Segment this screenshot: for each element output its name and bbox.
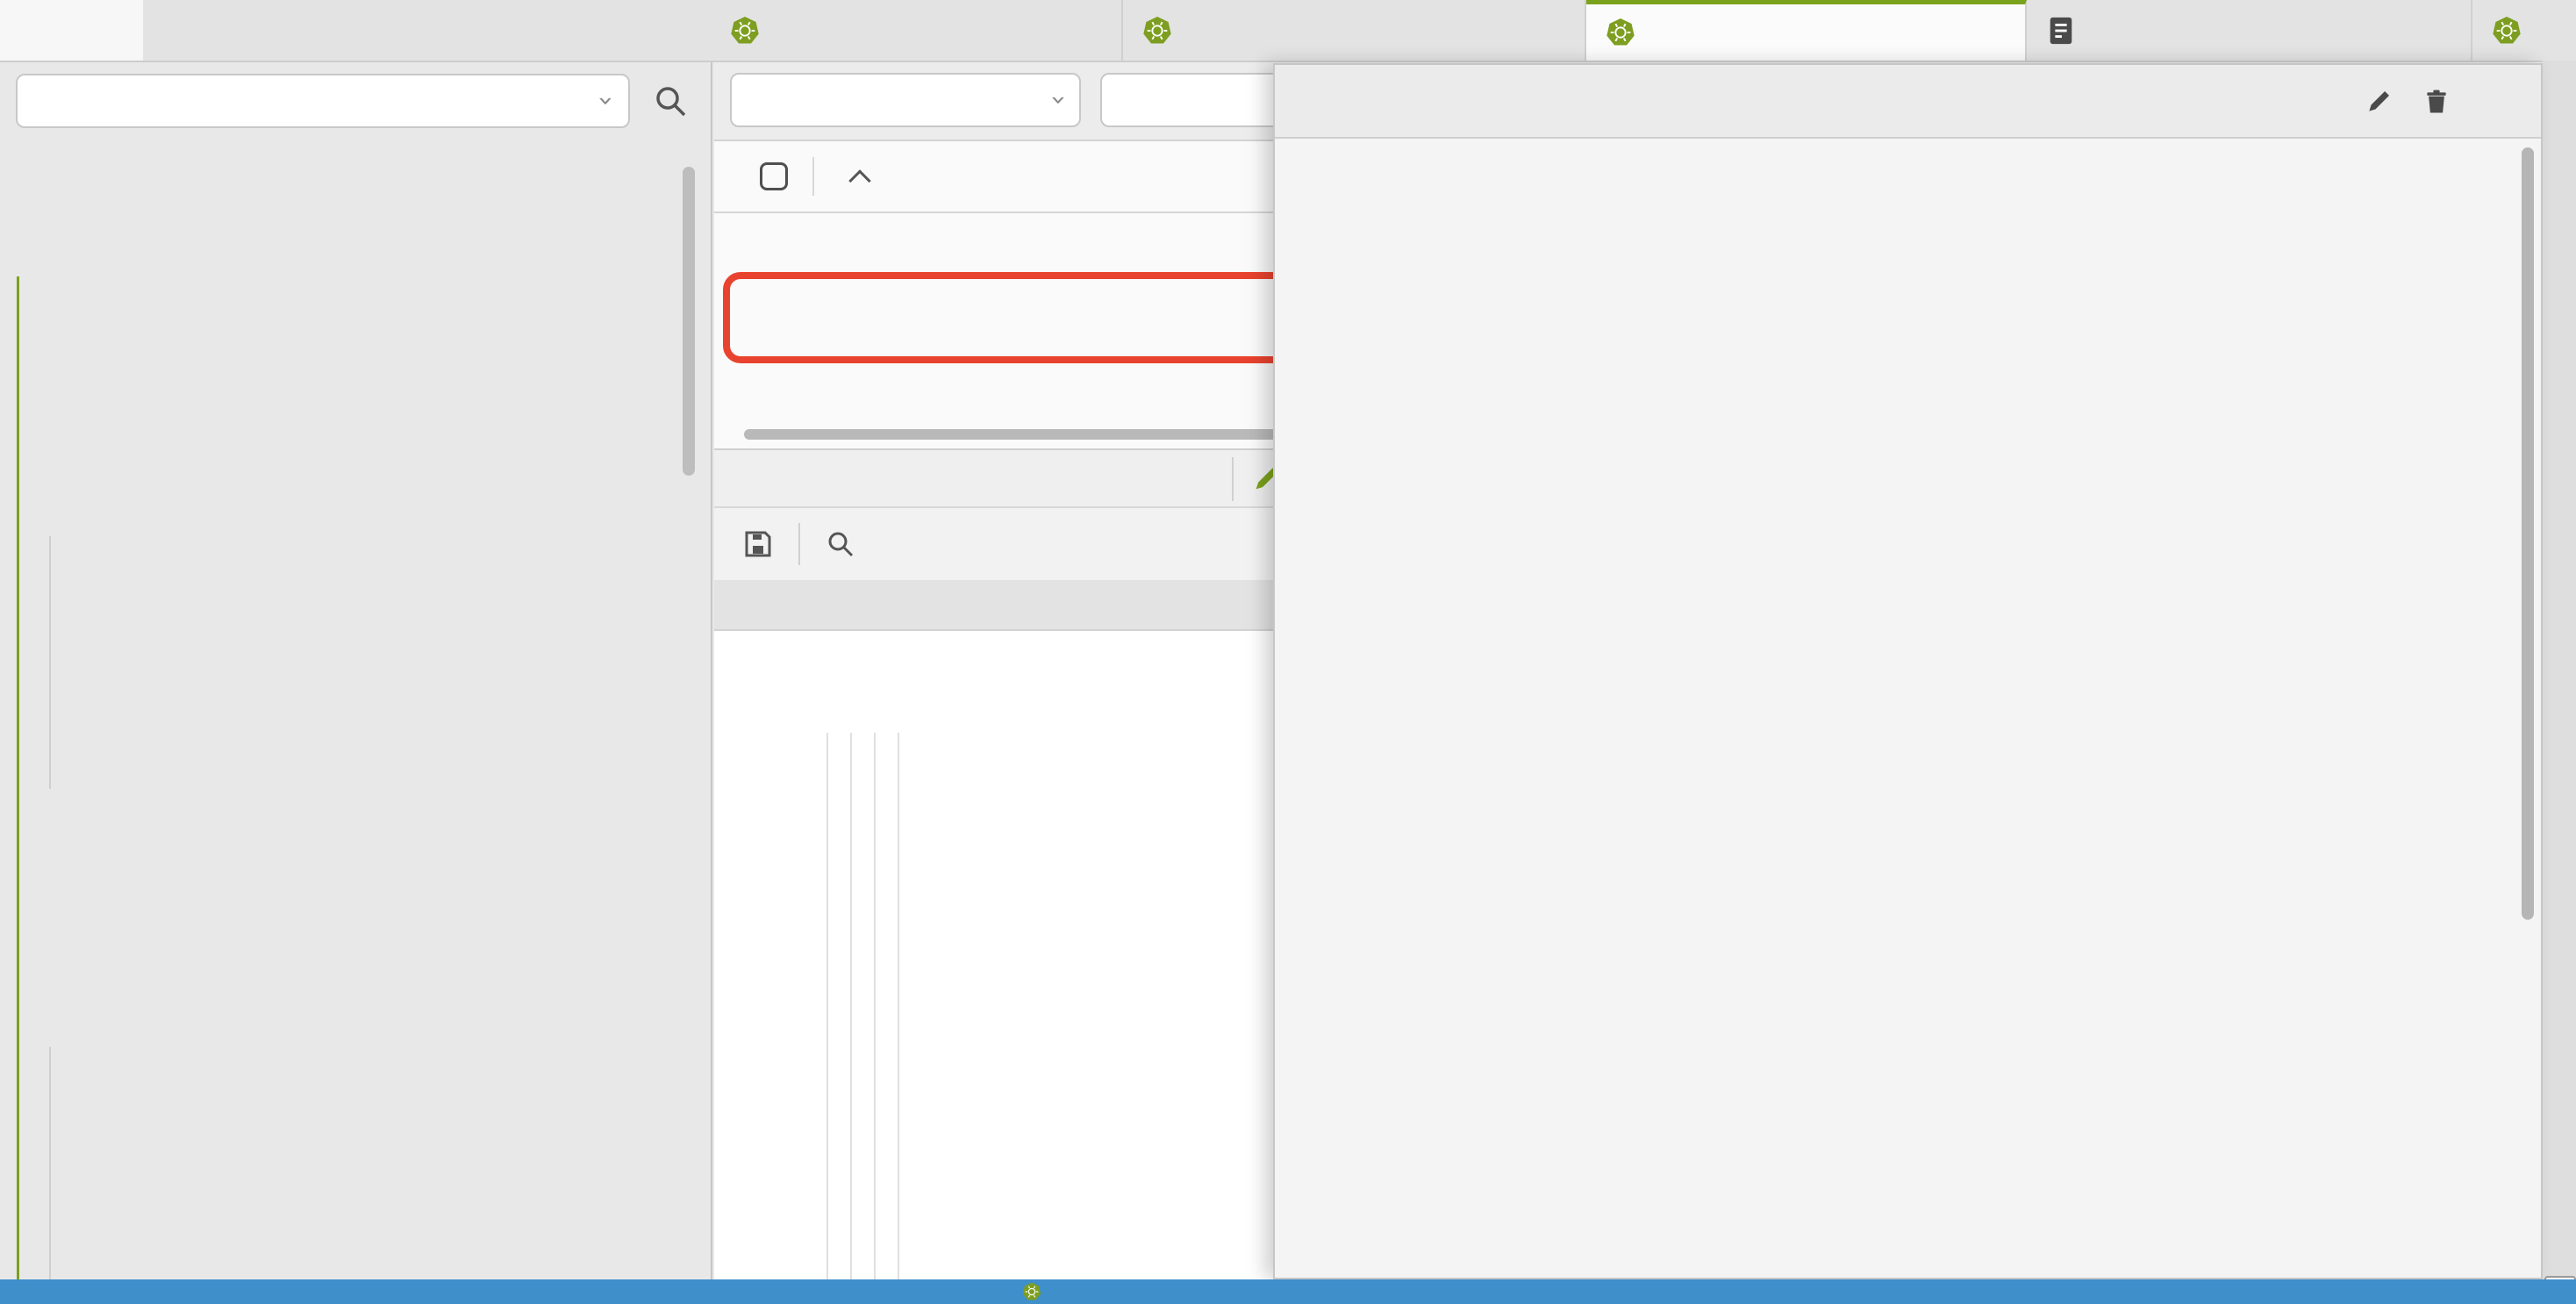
tab-services-icecheng-math[interactable] [1586,0,2027,61]
edit-button[interactable] [2364,87,2394,117]
sort-ascending-icon[interactable] [848,169,870,191]
floppy-save-icon [742,528,774,560]
connection-section-heading [1299,237,2516,272]
delete-button[interactable] [2422,87,2451,117]
tab-bar [0,0,2576,62]
tab-release-notes[interactable] [2027,0,2472,61]
close-icon[interactable] [2479,87,2509,117]
save-button[interactable] [742,528,774,560]
select-all-checkbox[interactable] [760,162,788,190]
kubernetes-icon [2492,16,2522,46]
indent-guide [826,733,828,1279]
indent-guide [850,733,852,1279]
custom-resources-group-guide [49,1047,51,1279]
status-bar [0,1279,2576,1304]
cluster-tree [0,145,697,1279]
tab-partial[interactable] [2472,0,2576,61]
drawer-header [1275,65,2541,139]
tab-alertmanager-configs-icec[interactable] [1123,0,1586,61]
sidebar-scrollbar[interactable] [683,167,695,476]
pencil-icon [2365,88,2393,116]
kubernetes-icon [1022,1282,1041,1301]
active-cluster-status [1022,1282,1050,1301]
chevron-down-icon: › [1045,95,1071,105]
drawer-scrollbar[interactable] [2522,147,2534,920]
column-divider [812,157,814,196]
right-edge-strip [2543,61,2576,1304]
panel-divider [1232,457,1234,501]
cluster-scope-guide [17,276,19,1279]
kubernetes-icon [1606,18,1635,47]
drawer-actions [2364,65,2509,139]
drawer-body [1275,139,2541,1278]
navigator-sidebar: › [0,61,712,1279]
indent-guide [898,733,899,1279]
namespace-select[interactable]: › [730,73,1081,127]
lens-app-window: › › [0,0,2576,1304]
service-details-drawer [1273,63,2543,1279]
tab-pods-icecheng-mathmas[interactable] [711,0,1123,61]
open-tabs [711,0,2576,61]
chevron-down-icon: › [592,96,619,106]
document-icon [2046,16,2076,46]
editor-search-button[interactable] [825,528,856,560]
trash-icon [2422,88,2451,116]
search-icon [825,528,856,560]
kubernetes-icon [730,16,760,46]
sidebar-toolbar: › [0,61,711,141]
toolbar-divider [798,523,800,565]
navigator-panel-tab[interactable] [0,0,143,61]
network-group-guide [49,536,51,789]
kubernetes-icon [1142,16,1172,46]
kubeconfig-select[interactable]: › [16,74,630,128]
sidebar-search-button[interactable] [651,82,690,120]
indent-guide [874,733,876,1279]
properties-section-heading [1299,170,2516,205]
search-icon [651,82,690,120]
